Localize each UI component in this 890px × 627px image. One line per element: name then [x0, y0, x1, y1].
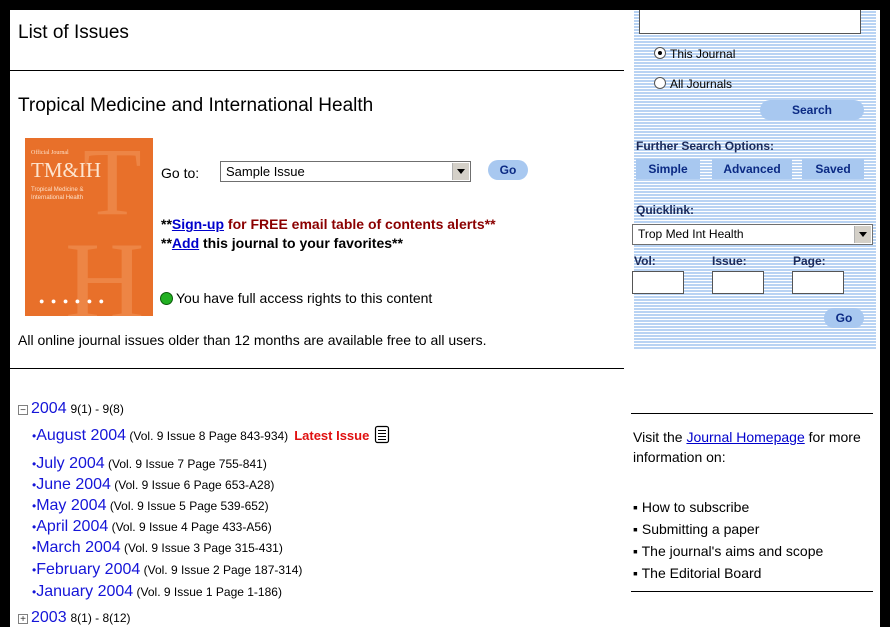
window-frame-left [0, 0, 10, 627]
issue-link[interactable]: March 2004 [36, 539, 121, 556]
page-title: List of Issues [18, 22, 129, 43]
list-item[interactable]: ▪ The Editorial Board [633, 562, 823, 584]
issue-row: •April 2004 (Vol. 9 Issue 4 Page 433-A56… [32, 518, 272, 535]
green-status-icon [160, 292, 173, 305]
email-alert-line: **Sign-up for FREE email table of conten… [161, 216, 496, 232]
issue-row: •February 2004 (Vol. 9 Issue 2 Page 187-… [32, 561, 303, 578]
cover-small-text: Official Journal [31, 150, 69, 156]
latest-issue-badge: Latest Issue [294, 428, 370, 443]
quicklink-select[interactable]: Trop Med Int Health [632, 224, 873, 245]
divider [10, 368, 624, 369]
divider [631, 413, 873, 414]
favorites-line: **Add this journal to your favorites** [161, 235, 403, 251]
window-frame-right [880, 0, 890, 627]
access-status: You have full access rights to this cont… [160, 290, 432, 306]
issue-link[interactable]: June 2004 [36, 476, 111, 493]
issue-row: •March 2004 (Vol. 9 Issue 3 Page 315-431… [32, 539, 283, 556]
quicklink-go-button[interactable]: Go [824, 308, 864, 328]
add-favorites-link[interactable]: Add [172, 235, 199, 251]
quicklink-select-value: Trop Med Int Health [638, 227, 744, 241]
issue-link[interactable]: April 2004 [36, 518, 108, 535]
further-search-label: Further Search Options: [636, 139, 775, 153]
dropdown-arrow-icon[interactable] [452, 163, 469, 180]
page-label: Page: [793, 254, 826, 268]
radio-unselected-icon[interactable] [654, 77, 666, 89]
radio-selected-icon[interactable] [654, 47, 666, 59]
journal-cover-image[interactable]: T H Official Journal TM&IH Tropical Medi… [25, 138, 153, 316]
issue-row: •August 2004 (Vol. 9 Issue 8 Page 843-93… [32, 425, 390, 445]
list-item[interactable]: ▪ Submitting a paper [633, 518, 823, 540]
free-access-note: All online journal issues older than 12 … [18, 332, 487, 348]
advanced-search-button[interactable]: Advanced [712, 159, 792, 179]
table-of-contents-icon[interactable] [374, 425, 390, 444]
window-frame-top [0, 0, 890, 10]
issue-row: •July 2004 (Vol. 9 Issue 7 Page 755-841) [32, 455, 267, 472]
issue-link[interactable]: January 2004 [36, 583, 133, 600]
year-link-2004[interactable]: 2004 [31, 400, 67, 417]
year-link-2003[interactable]: 2003 [31, 609, 67, 626]
divider [10, 70, 624, 71]
dropdown-arrow-icon[interactable] [854, 226, 871, 243]
list-item[interactable]: ▪ How to subscribe [633, 496, 823, 518]
issue-label: Issue: [712, 254, 747, 268]
cover-subtitle: Tropical Medicine & International Health [31, 187, 84, 201]
radio-all-journals[interactable]: All Journals [654, 77, 732, 91]
expand-icon[interactable]: + [18, 614, 28, 625]
collapse-icon[interactable]: − [18, 405, 28, 416]
search-sidebar [634, 10, 876, 350]
goto-label: Go to: [161, 165, 200, 181]
issue-link[interactable]: May 2004 [36, 497, 106, 514]
vol-label: Vol: [634, 254, 656, 268]
journal-title: Tropical Medicine and International Heal… [18, 95, 374, 116]
saved-search-button[interactable]: Saved [802, 159, 864, 179]
cover-sponsor-logos: ● ● ● ● ● ● [39, 296, 107, 306]
issue-row: •May 2004 (Vol. 9 Issue 5 Page 539-652) [32, 497, 269, 514]
issue-row: •June 2004 (Vol. 9 Issue 6 Page 653-A28) [32, 476, 275, 493]
issue-link[interactable]: July 2004 [36, 455, 105, 472]
quicklink-label: Quicklink: [636, 203, 695, 217]
divider [631, 591, 873, 592]
page-input[interactable] [792, 271, 844, 294]
issue-link[interactable]: February 2004 [36, 561, 140, 578]
journal-homepage-link[interactable]: Journal Homepage [686, 429, 804, 445]
visit-homepage-text: Visit the Journal Homepage for more info… [633, 429, 861, 465]
cover-acronym: TM&IH [31, 158, 101, 182]
search-button[interactable]: Search [760, 100, 864, 120]
list-item[interactable]: ▪ The journal's aims and scope [633, 540, 823, 562]
issue-link[interactable]: August 2004 [36, 427, 126, 444]
radio-this-journal[interactable]: This Journal [654, 47, 735, 61]
year-row-2004: −2004 9(1) - 9(8) [18, 400, 124, 418]
issue-select-value: Sample Issue [226, 164, 305, 179]
search-input[interactable] [639, 10, 861, 34]
go-button[interactable]: Go [488, 160, 528, 180]
simple-search-button[interactable]: Simple [636, 159, 700, 179]
issue-select[interactable]: Sample Issue [220, 161, 471, 182]
year-row-2003: +2003 8(1) - 8(12) [18, 609, 131, 627]
issue-input[interactable] [712, 271, 764, 294]
vol-input[interactable] [632, 271, 684, 294]
issue-row: •January 2004 (Vol. 9 Issue 1 Page 1-186… [32, 583, 282, 600]
signup-link[interactable]: Sign-up [172, 216, 224, 232]
info-list: ▪ How to subscribe ▪ Submitting a paper … [633, 496, 823, 584]
